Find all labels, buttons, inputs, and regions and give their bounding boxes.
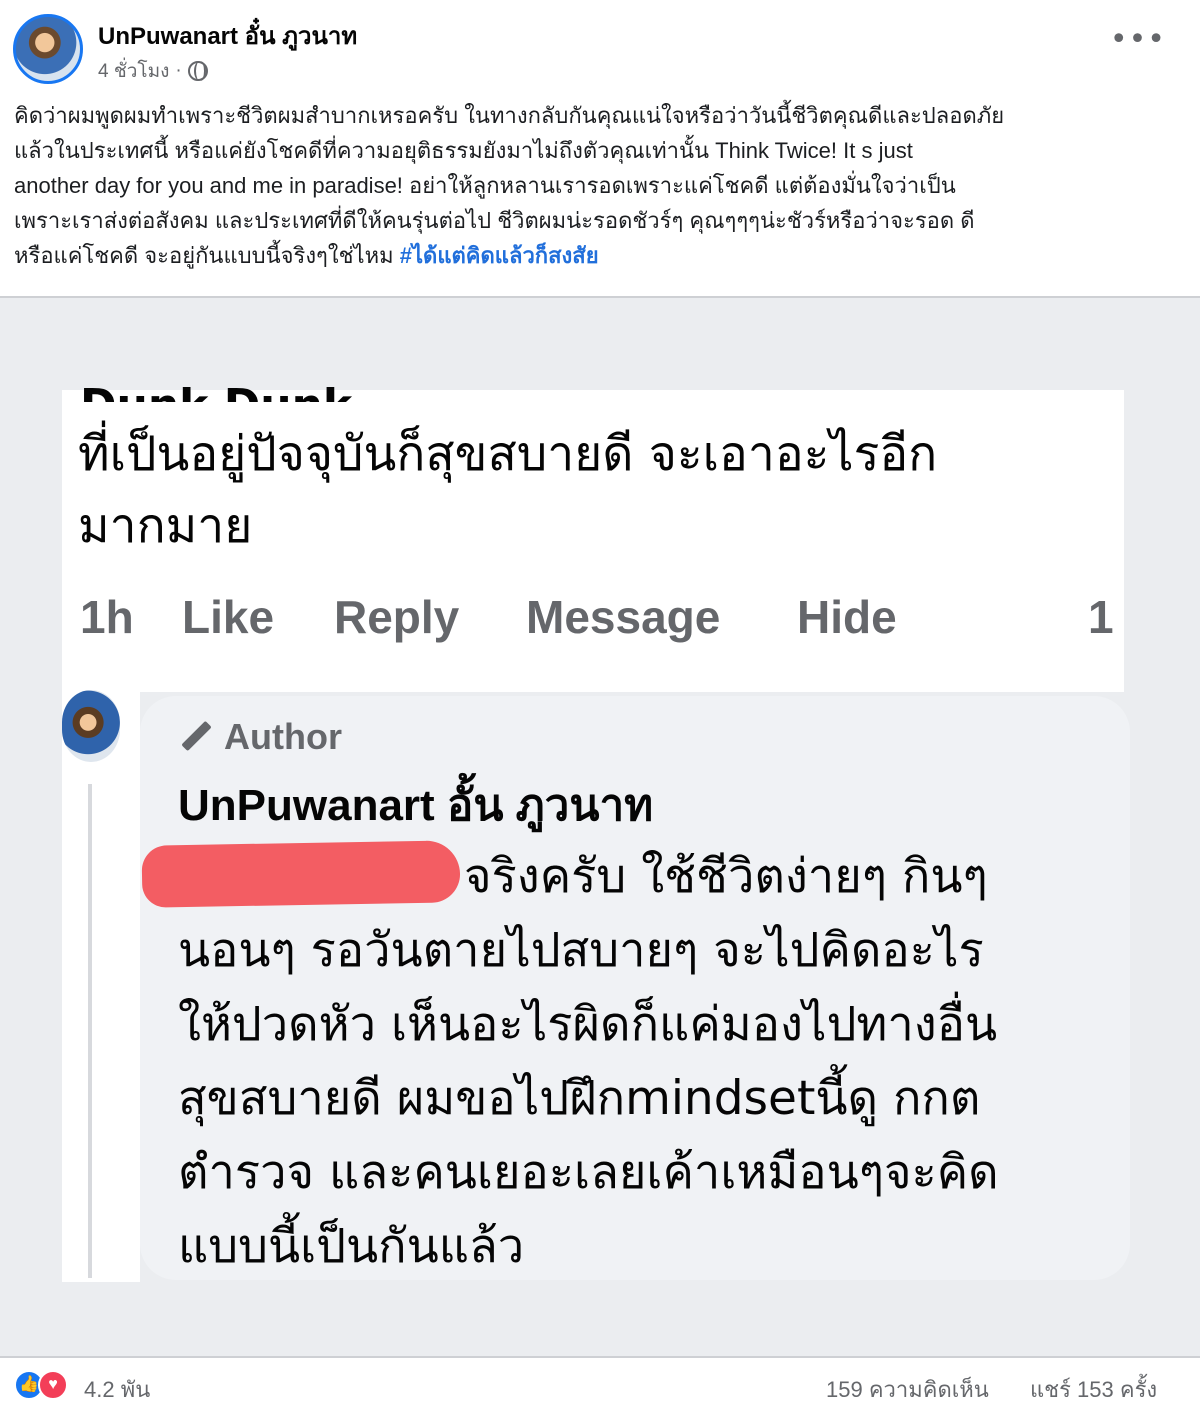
post-header: UnPuwanart อั๋น ภูวนาท 4 ชั่วโมง · ••• — [0, 0, 1200, 92]
author-name[interactable]: UnPuwanart อั๋น ภูวนาท — [98, 16, 357, 55]
post-text-line-last: หรือแค่โชคดี จะอยู่กันแบบนี้จริงๆใช่ไหม — [14, 243, 400, 268]
author-avatar[interactable] — [13, 14, 83, 84]
message-link: Message — [526, 591, 721, 643]
reaction-icons[interactable]: 👍 ♥ — [14, 1370, 76, 1400]
more-icon[interactable]: ••• — [1110, 22, 1166, 57]
reply-author-name: UnPuwanart อั้น ภูวนาท — [178, 781, 654, 830]
love-icon: ♥ — [38, 1370, 68, 1400]
author-badge: Author — [178, 716, 342, 758]
comment-cut-name: Dunk Dunk — [80, 368, 352, 402]
post-meta: 4 ชั่วโมง · — [98, 56, 208, 86]
thread-gutter — [62, 692, 140, 1282]
comment-text-line: ที่เป็นอยู่ปัจจุบันก็สุขสบายดี จะเอาอะไร… — [78, 426, 938, 482]
reply-link: Reply — [334, 591, 460, 643]
hide-link: Hide — [797, 591, 897, 643]
post-text-line: เพราะเราส่งต่อสังคม และประเทศที่ดีให้คนร… — [14, 208, 975, 233]
comment-reaction-count: 1 — [1088, 591, 1114, 643]
comment-action-bar: 1h Like Reply Message Hide 1 — [62, 572, 1124, 692]
reply-text-line-1: จริงครับ ใช้ชีวิตง่ายๆ กินๆ — [464, 849, 988, 904]
reply-avatar — [62, 690, 120, 762]
reply-text-line: จริงครับ ใช้ชีวิตง่ายๆ กินๆ — [178, 840, 1128, 914]
author-badge-label: Author — [224, 716, 342, 757]
post-time[interactable]: 4 ชั่วโมง — [98, 56, 169, 86]
comment-text: ที่เป็นอยู่ปัจจุบันก็สุขสบายดี จะเอาอะไร… — [78, 418, 1068, 562]
like-link: Like — [182, 591, 275, 643]
reply-text-line: ให้ปวดหัว เห็นอะไรผิดก็แค่มองไปทางอื่น — [178, 997, 998, 1052]
post-text: คิดว่าผมพูดผมทำเพราะชีวิตผมสำบากเหรอครับ… — [14, 98, 1184, 273]
reply-text-line: แบบนี้เป็นกันแล้ว — [178, 1219, 525, 1274]
thread-line — [88, 784, 92, 1278]
reply-text-line: ตำรวจ และคนเยอะเลยเค้าเหมือนๆจะคิด — [178, 1145, 999, 1200]
post-text-line: คิดว่าผมพูดผมทำเพราะชีวิตผมสำบากเหรอครับ… — [14, 103, 1005, 128]
meta-separator: · — [175, 60, 182, 81]
embedded-screenshot[interactable]: Dunk Dunk ที่เป็นอยู่ปัจจุบันก็สุขสบายดี… — [0, 298, 1200, 1356]
comments-count[interactable]: 159 ความคิดเห็น — [826, 1372, 989, 1407]
post-footer: 👍 ♥ 4.2 พัน 159 ความคิดเห็น แชร์ 153 ครั… — [0, 1358, 1200, 1409]
reply-text-line: นอนๆ รอวันตายไปสบายๆ จะไปคิดอะไร — [178, 923, 984, 978]
comment-time: 1h — [80, 591, 134, 643]
globe-icon[interactable] — [187, 61, 208, 81]
comment-text-line: มากมาย — [78, 498, 253, 554]
reply-text: จริงครับ ใช้ชีวิตง่ายๆ กินๆ นอนๆ รอวันตา… — [178, 840, 1128, 1284]
post-text-line: another day for you and me in paradise! … — [14, 173, 956, 198]
reaction-count[interactable]: 4.2 พัน — [84, 1372, 150, 1407]
post-text-line: หรือแค่โชคดี จะอยู่กันแบบนี้จริงๆใช่ไหม … — [14, 238, 1184, 273]
reply-text-line: สุขสบายดี ผมขอไปฝึกmindsetนี้ดู กกต — [178, 1071, 981, 1126]
post-text-line: แล้วในประเทศนี้ หรือแค่ยังโชคดีที่ความอย… — [14, 138, 913, 163]
hashtag-link[interactable]: #ได้แต่คิดแล้วก็สงสัย — [400, 243, 599, 268]
shares-count[interactable]: แชร์ 153 ครั้ง — [1030, 1372, 1157, 1407]
pencil-icon — [178, 719, 214, 755]
